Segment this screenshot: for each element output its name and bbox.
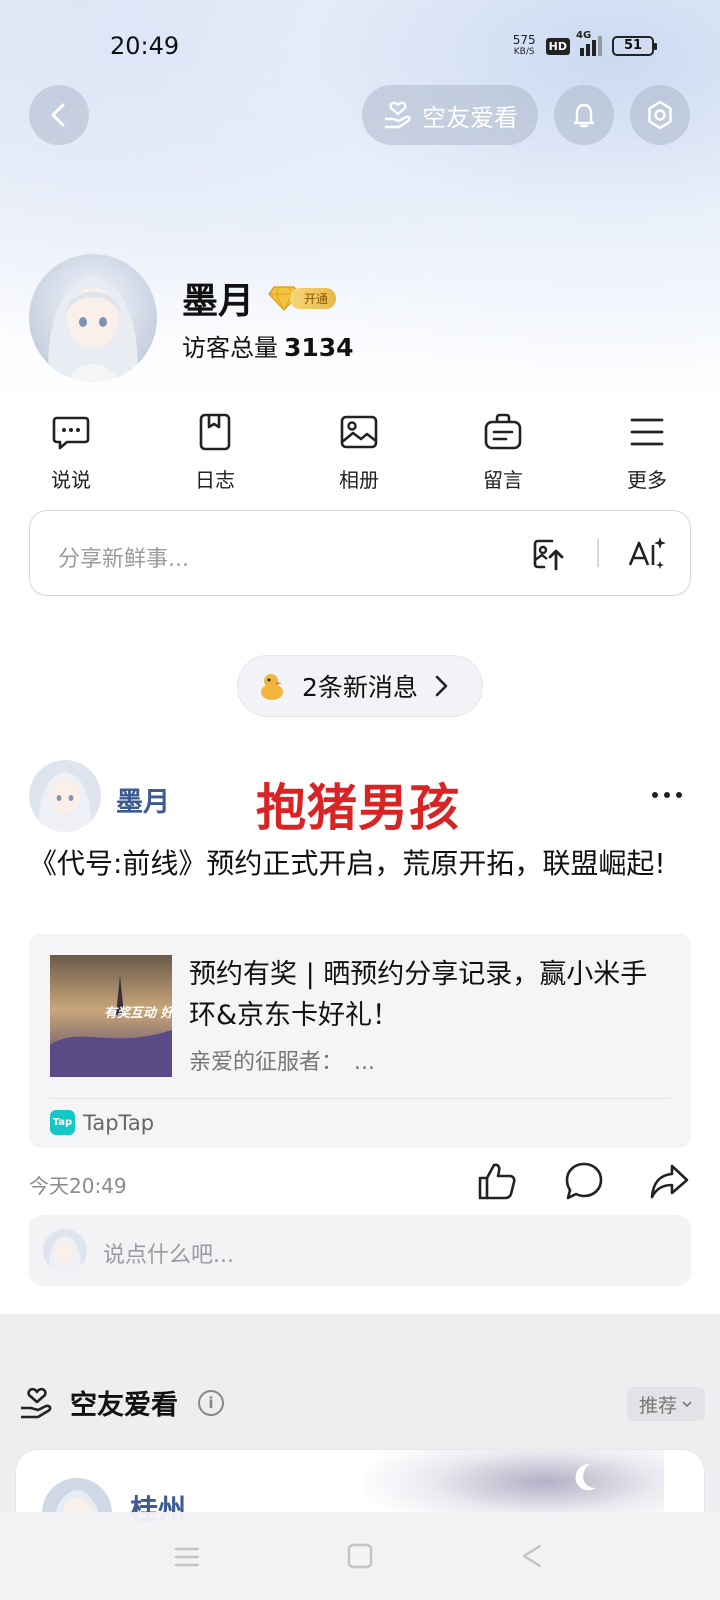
taptap-logo-icon: Tap xyxy=(50,1110,75,1135)
share-icon[interactable] xyxy=(648,1160,690,1202)
network-speed: 575 KB/S xyxy=(512,33,536,57)
duck-avatar-icon xyxy=(261,674,283,700)
back-button[interactable] xyxy=(29,85,89,145)
battery-icon: 51 xyxy=(612,36,657,56)
chevron-right-icon xyxy=(435,675,448,697)
nav-message-board[interactable]: 留言 xyxy=(453,412,553,493)
chat-bubble-icon xyxy=(52,416,90,450)
info-icon[interactable]: i xyxy=(198,1389,224,1416)
ai-sparkle-icon[interactable] xyxy=(626,535,666,573)
back-nav-icon[interactable] xyxy=(518,1542,546,1570)
post-author-avatar[interactable] xyxy=(29,760,101,832)
anime-avatar-image xyxy=(43,1229,87,1273)
post-timestamp: 今天20:49 xyxy=(29,1174,127,1198)
vip-badge[interactable]: 开通 xyxy=(268,285,337,311)
anime-avatar-image xyxy=(29,760,101,832)
sort-dropdown[interactable]: 推荐 xyxy=(627,1387,705,1421)
recent-apps-icon[interactable] xyxy=(172,1542,202,1572)
card-title: 预约有奖 | 晒预约分享记录，赢小米手环&京东卡好礼！ xyxy=(189,959,648,1031)
visitor-count: 访客总量 3134 xyxy=(182,333,354,362)
network-type: 4G xyxy=(576,30,592,41)
friends-watch-label: 空友爱看 xyxy=(422,103,518,132)
like-icon[interactable] xyxy=(476,1160,518,1202)
card-divider xyxy=(50,1098,670,1099)
nav-more[interactable]: 更多 xyxy=(597,412,697,493)
new-messages-label: 2条新消息 xyxy=(302,673,418,702)
share-placeholder: 分享新鲜事... xyxy=(58,547,189,572)
hd-badge: HD xyxy=(545,37,570,55)
overlay-caption: 抱猪男孩 xyxy=(256,779,460,837)
anime-avatar-image xyxy=(29,254,157,382)
friends-watch-button[interactable]: 空友爱看 xyxy=(362,85,538,145)
card-source-name: TapTap xyxy=(83,1110,155,1135)
post-author-name[interactable]: 墨月 xyxy=(116,780,170,819)
share-composer[interactable]: 分享新鲜事... xyxy=(29,510,691,596)
upload-photo-icon[interactable] xyxy=(532,537,566,571)
my-avatar xyxy=(43,1229,87,1273)
share-divider xyxy=(597,539,599,567)
nav-diary[interactable]: 日志 xyxy=(165,412,265,493)
chevron-left-icon xyxy=(51,103,65,127)
message-board-icon xyxy=(484,413,522,450)
friends-section-header: 空友爱看 i xyxy=(18,1383,224,1422)
profile-name: 墨月 xyxy=(182,281,255,322)
notifications-button[interactable] xyxy=(554,85,614,145)
friends-section-title: 空友爱看 xyxy=(70,1390,178,1421)
card-description: 亲爱的征服者： ... xyxy=(189,1050,375,1075)
sort-label: 推荐 xyxy=(638,1394,677,1417)
hand-heart-icon xyxy=(21,1387,52,1418)
game-art-image: 有奖互动 好 xyxy=(50,955,172,1077)
status-time: 20:49 xyxy=(110,32,180,60)
gear-icon xyxy=(648,100,672,130)
moon-icon xyxy=(575,1464,596,1491)
comment-placeholder: 说点什么吧... xyxy=(103,1243,234,1268)
status-bar: 20:49 575 KB/S HD 4G 51 xyxy=(0,0,720,96)
post-text: 《代号:前线》预约正式开启，荒原开拓，联盟崛起! xyxy=(29,847,666,880)
signal-icon: 4G xyxy=(576,30,602,56)
comment-icon[interactable] xyxy=(563,1160,605,1202)
home-icon[interactable] xyxy=(346,1542,374,1570)
new-messages-button[interactable]: 2条新消息 xyxy=(237,655,483,717)
system-navigation-bar xyxy=(0,1512,720,1600)
profile-avatar[interactable] xyxy=(29,254,157,382)
status-indicators: 575 KB/S HD 4G 51 xyxy=(512,30,657,58)
notebook-icon xyxy=(199,413,231,451)
bell-icon xyxy=(573,103,595,128)
card-thumbnail: 有奖互动 好 xyxy=(50,955,172,1077)
hand-heart-icon xyxy=(385,101,411,129)
chevron-down-icon xyxy=(682,1401,692,1408)
nav-shuoshuo[interactable]: 说说 xyxy=(21,412,121,493)
settings-button[interactable] xyxy=(630,85,690,145)
comment-input[interactable]: 说点什么吧... xyxy=(29,1215,691,1286)
menu-icon xyxy=(630,418,664,446)
shared-link-card[interactable]: 有奖互动 好 预约有奖 | 晒预约分享记录，赢小米手环&京东卡好礼！ 亲爱的征服… xyxy=(29,934,691,1148)
vip-open-label: 开通 xyxy=(290,287,337,309)
photo-icon xyxy=(340,415,378,449)
thumb-caption: 有奖互动 好 xyxy=(104,1005,172,1021)
nav-album[interactable]: 相册 xyxy=(309,412,409,493)
quick-nav: 说说 日志 相册 留言 更多 xyxy=(0,412,720,492)
card-source: Tap TapTap xyxy=(50,1110,154,1135)
post-more-button[interactable] xyxy=(652,792,682,798)
